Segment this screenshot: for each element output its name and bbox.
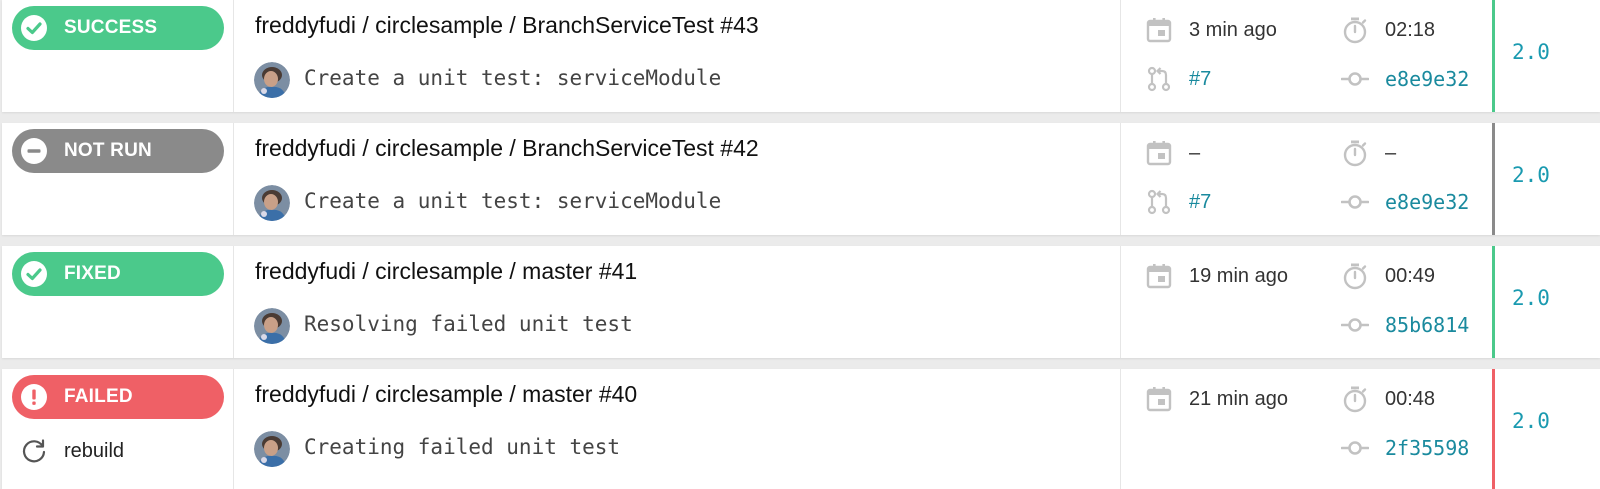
user-avatar[interactable] bbox=[254, 62, 290, 98]
user-avatar[interactable] bbox=[254, 185, 290, 221]
build-row[interactable]: NOT RUN freddyfudi / circlesample / Bran… bbox=[2, 123, 1600, 235]
start-time: 21 min ago bbox=[1145, 385, 1288, 413]
commit-hash-link[interactable]: e8e9e32 bbox=[1385, 190, 1469, 214]
build-meta: 19 min ago 00:49 85b6814 bbox=[1120, 246, 1492, 358]
start-time-text: 3 min ago bbox=[1189, 18, 1277, 41]
status-column: FAILED rebuild bbox=[2, 369, 234, 489]
commit-icon bbox=[1341, 195, 1369, 209]
commit: e8e9e32 bbox=[1341, 65, 1469, 93]
status-badge-failed[interactable]: FAILED bbox=[12, 375, 224, 419]
commit-hash-link[interactable]: 2f35598 bbox=[1385, 436, 1469, 460]
build-title[interactable]: freddyfudi / circlesample / master #40 bbox=[255, 381, 637, 408]
commit-icon bbox=[1341, 318, 1369, 332]
calendar-icon bbox=[1146, 387, 1172, 412]
rebuild-button[interactable]: rebuild bbox=[20, 437, 124, 465]
build-meta: – – #7 e8e9e32 bbox=[1120, 123, 1492, 235]
build-title[interactable]: freddyfudi / circlesample / BranchServic… bbox=[255, 12, 759, 39]
status-badge-success[interactable]: SUCCESS bbox=[12, 6, 224, 50]
commit-hash-link[interactable]: e8e9e32 bbox=[1385, 67, 1469, 91]
start-time-text: 21 min ago bbox=[1189, 387, 1288, 410]
build-row[interactable]: FAILED rebuild freddyfudi / circlesample… bbox=[2, 369, 1600, 489]
build-info: freddyfudi / circlesample / master #40 C… bbox=[234, 369, 1120, 489]
build-info: freddyfudi / circlesample / master #41 R… bbox=[234, 246, 1120, 358]
pull-request-icon bbox=[1147, 189, 1171, 215]
alert-circle-icon bbox=[21, 384, 47, 410]
build-list: SUCCESS freddyfudi / circlesample / Bran… bbox=[0, 0, 1600, 489]
build-meta: 3 min ago 02:18 #7 e8e9e32 bbox=[1120, 0, 1492, 112]
commit: 2f35598 bbox=[1341, 434, 1469, 462]
commit-icon bbox=[1341, 72, 1369, 86]
build-title[interactable]: freddyfudi / circlesample / master #41 bbox=[255, 258, 637, 285]
status-accent-bar bbox=[1492, 0, 1495, 112]
status-badge-not-run[interactable]: NOT RUN bbox=[12, 129, 224, 173]
commit-message[interactable]: Creating failed unit test bbox=[304, 435, 620, 459]
build-row[interactable]: FIXED freddyfudi / circlesample / master… bbox=[2, 246, 1600, 358]
start-time: – bbox=[1145, 139, 1200, 167]
start-time-text: 19 min ago bbox=[1189, 264, 1288, 287]
status-label: SUCCESS bbox=[64, 17, 158, 38]
build-meta: 21 min ago 00:48 2f35598 bbox=[1120, 369, 1492, 489]
user-avatar[interactable] bbox=[254, 431, 290, 467]
config-version: 2.0 bbox=[1512, 40, 1550, 64]
duration: 00:49 bbox=[1341, 262, 1435, 290]
duration-text: 00:48 bbox=[1385, 387, 1436, 410]
duration: 02:18 bbox=[1341, 16, 1435, 44]
user-avatar[interactable] bbox=[254, 308, 290, 344]
check-circle-icon bbox=[21, 261, 47, 287]
commit-message[interactable]: Resolving failed unit test bbox=[304, 312, 633, 336]
duration-text: 00:49 bbox=[1385, 264, 1436, 287]
config-version: 2.0 bbox=[1512, 409, 1550, 433]
pull-request: #7 bbox=[1145, 65, 1211, 93]
duration: – bbox=[1341, 139, 1396, 167]
commit-message[interactable]: Create a unit test: serviceModule bbox=[304, 66, 721, 90]
pull-request: #7 bbox=[1145, 188, 1211, 216]
status-accent-bar bbox=[1492, 369, 1495, 489]
status-label: FAILED bbox=[64, 386, 133, 407]
calendar-icon bbox=[1146, 18, 1172, 43]
check-circle-icon bbox=[21, 15, 47, 41]
calendar-icon bbox=[1146, 264, 1172, 289]
start-time: 19 min ago bbox=[1145, 262, 1288, 290]
stopwatch-icon bbox=[1343, 386, 1367, 413]
duration-text: – bbox=[1385, 141, 1397, 164]
status-accent-bar bbox=[1492, 123, 1495, 235]
start-time-text: – bbox=[1189, 141, 1201, 164]
pull-request-link[interactable]: #7 bbox=[1189, 191, 1211, 214]
status-label: FIXED bbox=[64, 263, 121, 284]
config-version: 2.0 bbox=[1512, 286, 1550, 310]
pull-request-link[interactable]: #7 bbox=[1189, 68, 1211, 91]
duration-text: 02:18 bbox=[1385, 18, 1436, 41]
build-row[interactable]: SUCCESS freddyfudi / circlesample / Bran… bbox=[2, 0, 1600, 112]
stopwatch-icon bbox=[1343, 140, 1367, 167]
rebuild-label: rebuild bbox=[64, 439, 125, 462]
commit: 85b6814 bbox=[1341, 311, 1469, 339]
status-column: SUCCESS bbox=[2, 0, 234, 112]
pull-request-icon bbox=[1147, 66, 1171, 92]
build-info: freddyfudi / circlesample / BranchServic… bbox=[234, 123, 1120, 235]
status-badge-fixed[interactable]: FIXED bbox=[12, 252, 224, 296]
stopwatch-icon bbox=[1343, 263, 1367, 290]
start-time: 3 min ago bbox=[1145, 16, 1277, 44]
status-accent-bar bbox=[1492, 246, 1495, 358]
commit-message[interactable]: Create a unit test: serviceModule bbox=[304, 189, 721, 213]
minus-circle-icon bbox=[21, 138, 47, 164]
duration: 00:48 bbox=[1341, 385, 1435, 413]
commit: e8e9e32 bbox=[1341, 188, 1469, 216]
stopwatch-icon bbox=[1343, 17, 1367, 44]
status-label: NOT RUN bbox=[64, 140, 152, 161]
status-column: FIXED bbox=[2, 246, 234, 358]
status-column: NOT RUN bbox=[2, 123, 234, 235]
refresh-icon bbox=[22, 439, 46, 463]
commit-hash-link[interactable]: 85b6814 bbox=[1385, 313, 1469, 337]
config-version: 2.0 bbox=[1512, 163, 1550, 187]
build-info: freddyfudi / circlesample / BranchServic… bbox=[234, 0, 1120, 112]
build-title[interactable]: freddyfudi / circlesample / BranchServic… bbox=[255, 135, 759, 162]
calendar-icon bbox=[1146, 141, 1172, 166]
commit-icon bbox=[1341, 441, 1369, 455]
